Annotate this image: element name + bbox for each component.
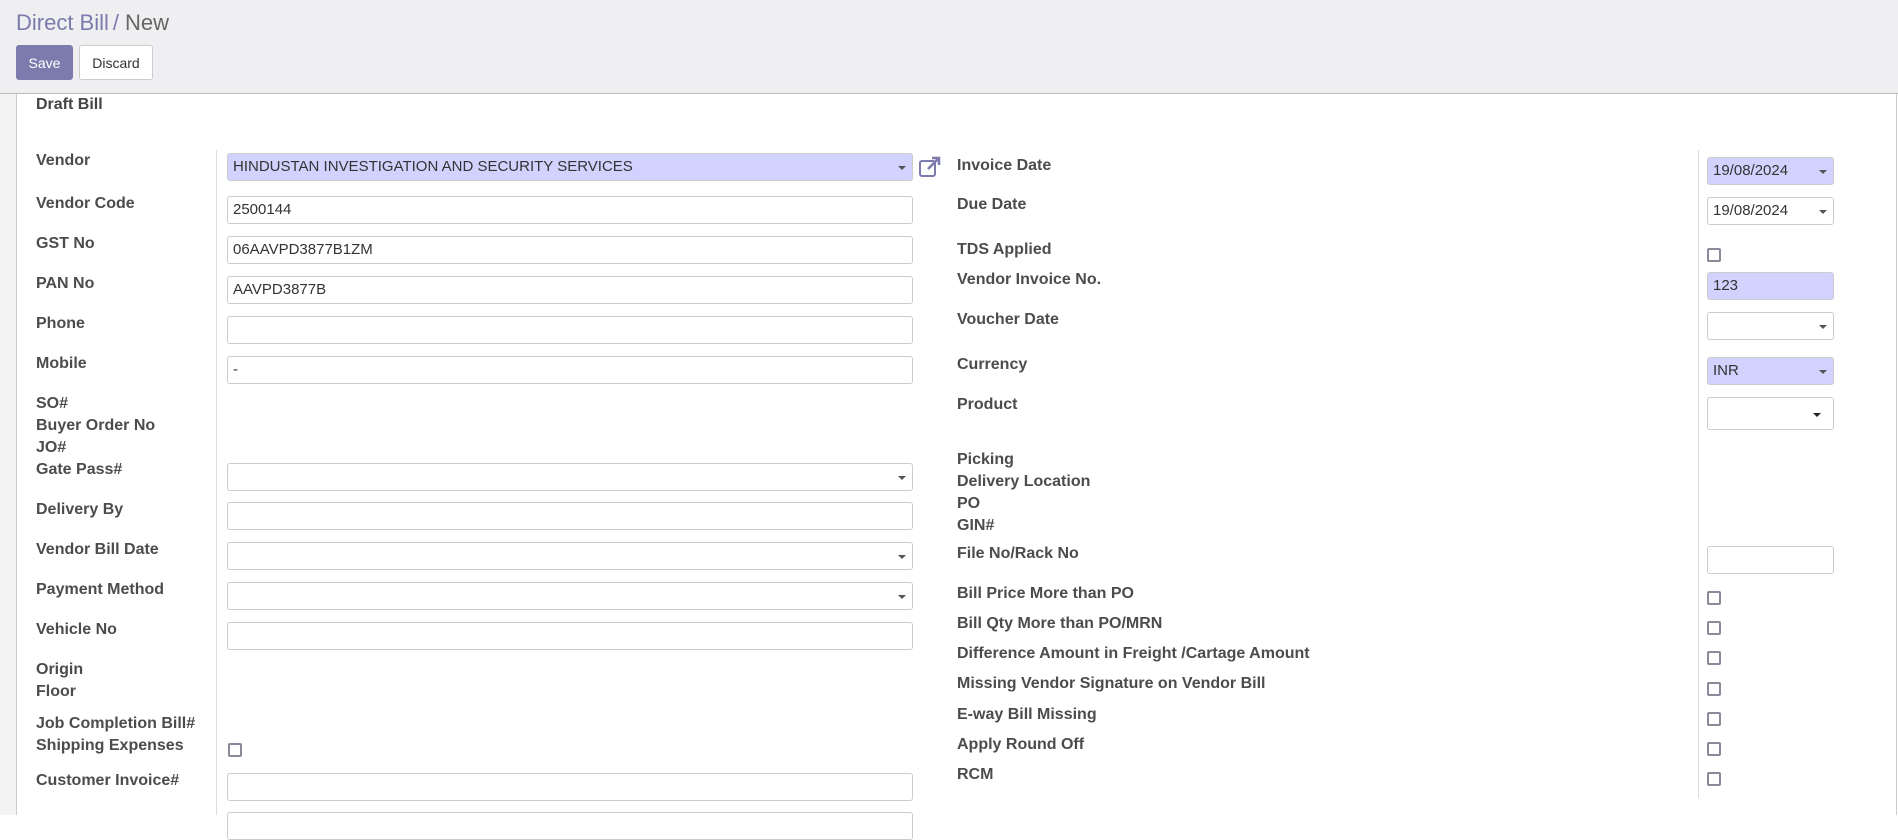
chevron-down-icon [1819,370,1827,374]
rcm-checkbox[interactable] [1707,772,1721,786]
round-off-label: Apply Round Off [957,736,1085,753]
origin-label: Origin [36,661,84,678]
currency-value: INR [1713,362,1739,379]
breadcrumb-separator: / [112,10,120,35]
customer-invoice-label: Customer Invoice# [36,772,180,789]
vendor-invoice-no-label: Vendor Invoice No. [957,271,1102,288]
control-panel: Direct Bill / New Save Discard [0,0,1898,94]
freight-diff-checkbox[interactable] [1707,651,1721,665]
bill-qty-checkbox[interactable] [1707,621,1721,635]
eway-missing-label: E-way Bill Missing [957,706,1097,723]
invoice-date-picker[interactable]: 19/08/2024 [1707,157,1834,185]
buyer-order-label: Buyer Order No [36,417,156,434]
rcm-label: RCM [957,766,994,783]
gate-pass-select[interactable] [227,463,913,491]
jo-label: JO# [36,439,67,456]
delivery-location-label: Delivery Location [957,473,1091,490]
mobile-label: Mobile [36,355,87,372]
mobile-input[interactable]: - [227,356,913,384]
po-label: PO [957,495,981,512]
vendor-bill-date-label: Vendor Bill Date [36,541,159,558]
picking-label: Picking [957,451,1014,468]
bill-price-label: Bill Price More than PO [957,585,1134,602]
vendor-code-input[interactable]: 2500144 [227,196,913,224]
gate-pass-label: Gate Pass# [36,461,123,478]
job-completion-label: Job Completion Bill# [36,715,196,732]
breadcrumb: Direct Bill / New [16,10,169,36]
invoice-date-label: Invoice Date [957,157,1052,174]
eway-missing-checkbox[interactable] [1707,712,1721,726]
invoice-date-value: 19/08/2024 [1713,162,1789,179]
due-date-picker[interactable]: 19/08/2024 [1707,197,1834,225]
right-column-divider [1698,150,1699,798]
file-no-label: File No/Rack No [957,545,1079,562]
vendor-bill-date-picker[interactable] [227,542,913,570]
breadcrumb-current: New [125,10,170,35]
tds-applied-checkbox[interactable] [1707,248,1721,262]
phone-input[interactable] [227,316,913,344]
due-date-value: 19/08/2024 [1713,202,1789,219]
chevron-down-icon [1819,210,1827,214]
payment-method-select[interactable] [227,582,913,610]
vendor-invoice-no-input[interactable]: 123 [1707,272,1834,300]
vendor-label: Vendor [36,152,91,169]
pan-no-input[interactable]: AAVPD3877B [227,276,913,304]
vendor-code-label: Vendor Code [36,195,135,212]
save-button[interactable]: Save [16,45,73,80]
voucher-date-label: Voucher Date [957,311,1059,328]
vendor-value: HINDUSTAN INVESTIGATION AND SECURITY SER… [233,158,633,175]
round-off-checkbox[interactable] [1707,742,1721,756]
product-label: Product [957,396,1018,413]
bill-qty-label: Bill Qty More than PO/MRN [957,615,1163,632]
phone-label: Phone [36,315,85,332]
chevron-down-icon [898,595,906,599]
status-label: Draft Bill [36,96,103,113]
voucher-date-picker[interactable] [1707,312,1834,340]
bill-price-checkbox[interactable] [1707,591,1721,605]
chevron-down-icon [898,555,906,559]
gin-label: GIN# [957,517,995,534]
breadcrumb-parent-link[interactable]: Direct Bill [16,10,109,35]
pan-no-label: PAN No [36,275,95,292]
chevron-down-icon [1819,170,1827,174]
product-select[interactable] [1707,397,1834,430]
gst-no-input[interactable]: 06AAVPD3877B1ZM [227,236,913,264]
left-gutter [0,94,16,815]
delivery-by-label: Delivery By [36,501,124,518]
missing-signature-label: Missing Vendor Signature on Vendor Bill [957,675,1266,692]
payment-method-label: Payment Method [36,581,165,598]
customer-invoice-input[interactable] [227,773,913,801]
next-field-input[interactable] [227,812,913,840]
file-no-input[interactable] [1707,546,1834,574]
vehicle-no-input[interactable] [227,622,913,650]
missing-signature-checkbox[interactable] [1707,682,1721,696]
vehicle-no-label: Vehicle No [36,621,117,638]
chevron-down-icon [898,476,906,480]
gst-no-label: GST No [36,235,95,252]
shipping-expenses-checkbox[interactable] [228,743,242,757]
shipping-expenses-label: Shipping Expenses [36,737,184,754]
freight-diff-label: Difference Amount in Freight /Cartage Am… [957,645,1310,662]
chevron-down-icon [898,166,906,170]
vendor-select[interactable]: HINDUSTAN INVESTIGATION AND SECURITY SER… [227,153,913,181]
discard-button[interactable]: Discard [79,45,153,80]
so-label: SO# [36,395,69,412]
currency-label: Currency [957,356,1028,373]
tds-applied-label: TDS Applied [957,241,1052,258]
left-column-divider [216,150,217,815]
delivery-by-input[interactable] [227,502,913,530]
currency-select[interactable]: INR [1707,357,1834,385]
chevron-down-icon [1819,325,1827,329]
floor-label: Floor [36,683,76,700]
chevron-down-icon [1813,413,1821,417]
due-date-label: Due Date [957,196,1027,213]
external-link-icon[interactable] [918,155,942,179]
